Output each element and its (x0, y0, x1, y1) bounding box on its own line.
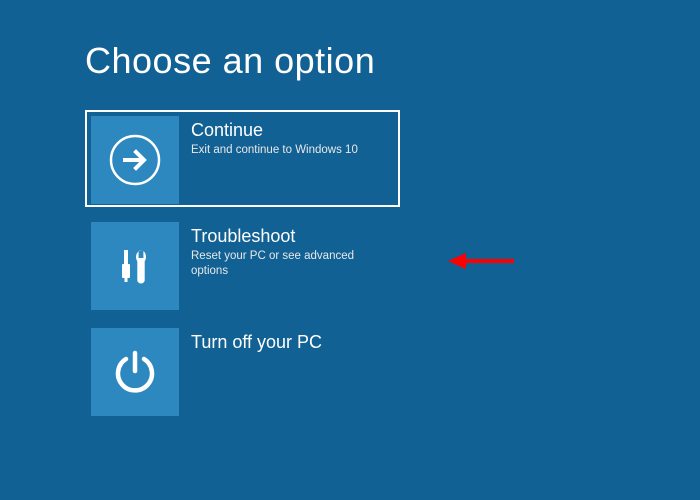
tile-label: Troubleshoot (191, 226, 394, 247)
tile-text: Troubleshoot Reset your PC or see advanc… (179, 222, 394, 307)
tile-label: Continue (191, 120, 358, 141)
tile-desc: Exit and continue to Windows 10 (191, 143, 358, 158)
choose-option-screen: Choose an option Continue Exit and conti… (0, 0, 700, 419)
troubleshoot-button[interactable]: Troubleshoot Reset your PC or see advanc… (85, 216, 400, 313)
tile-text: Continue Exit and continue to Windows 10 (179, 116, 358, 201)
turn-off-button[interactable]: Turn off your PC (85, 322, 400, 419)
continue-button[interactable]: Continue Exit and continue to Windows 10 (85, 110, 400, 207)
tile-desc: Reset your PC or see advanced options (191, 249, 394, 279)
arrow-right-icon (91, 116, 179, 204)
page-title: Choose an option (85, 40, 700, 82)
tile-label: Turn off your PC (191, 332, 322, 353)
tools-icon (91, 222, 179, 310)
power-icon (91, 328, 179, 416)
tile-text: Turn off your PC (179, 328, 322, 413)
